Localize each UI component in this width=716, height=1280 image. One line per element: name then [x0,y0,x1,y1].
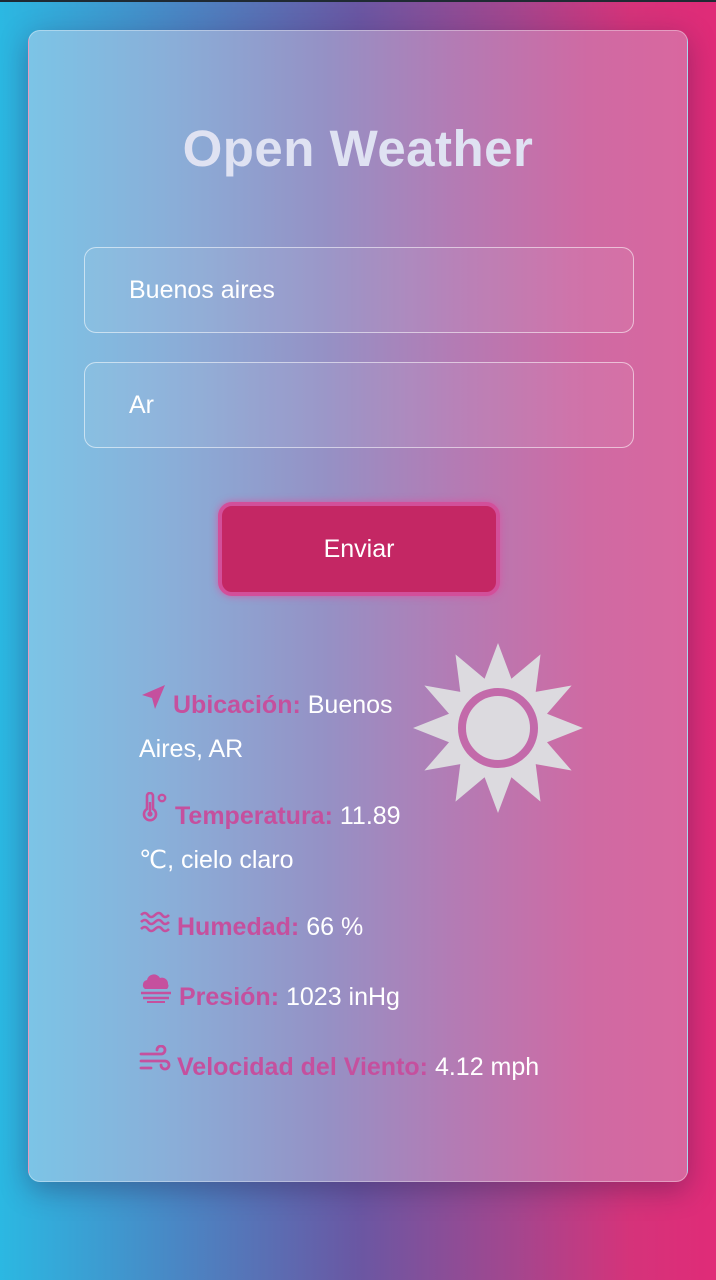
wind-icon [139,1044,171,1087]
wind-label: Velocidad del Viento: [177,1053,428,1081]
wind-row: Velocidad del Viento: 4.12 mph [139,1044,599,1090]
humidity-row: Humedad: 66 % [139,906,599,950]
pressure-value: 1023 inHg [285,983,400,1011]
thermometer-icon [139,792,169,836]
country-input[interactable] [85,363,633,447]
location-arrow-icon [139,682,167,725]
submit-button[interactable]: Enviar [218,502,500,596]
city-input[interactable] [85,248,633,332]
temperature-row: Temperatura: 11.89 ℃, cielo claro [139,792,439,882]
water-waves-icon [139,904,171,947]
wind-value: 4.12 mph [434,1053,540,1081]
pressure-row: Presión: 1023 inHg [139,973,599,1020]
country-field[interactable] [84,362,634,448]
humidity-value: 66 % [306,913,364,941]
location-row: Ubicación: Buenos Aires, AR [139,684,429,771]
city-field[interactable] [84,247,634,333]
temperature-label: Temperatura: [175,802,333,830]
weather-card: Open Weather Enviar Ubicación: Buenos Ai… [28,30,688,1182]
app-title: Open Weather [182,120,534,177]
humidity-label: Humedad: [177,913,300,941]
pressure-label: Presión: [179,983,280,1011]
sun-icon [413,643,583,813]
status-line [0,0,716,2]
cloud-fog-icon [139,973,173,1017]
location-label: Ubicación: [173,691,301,719]
